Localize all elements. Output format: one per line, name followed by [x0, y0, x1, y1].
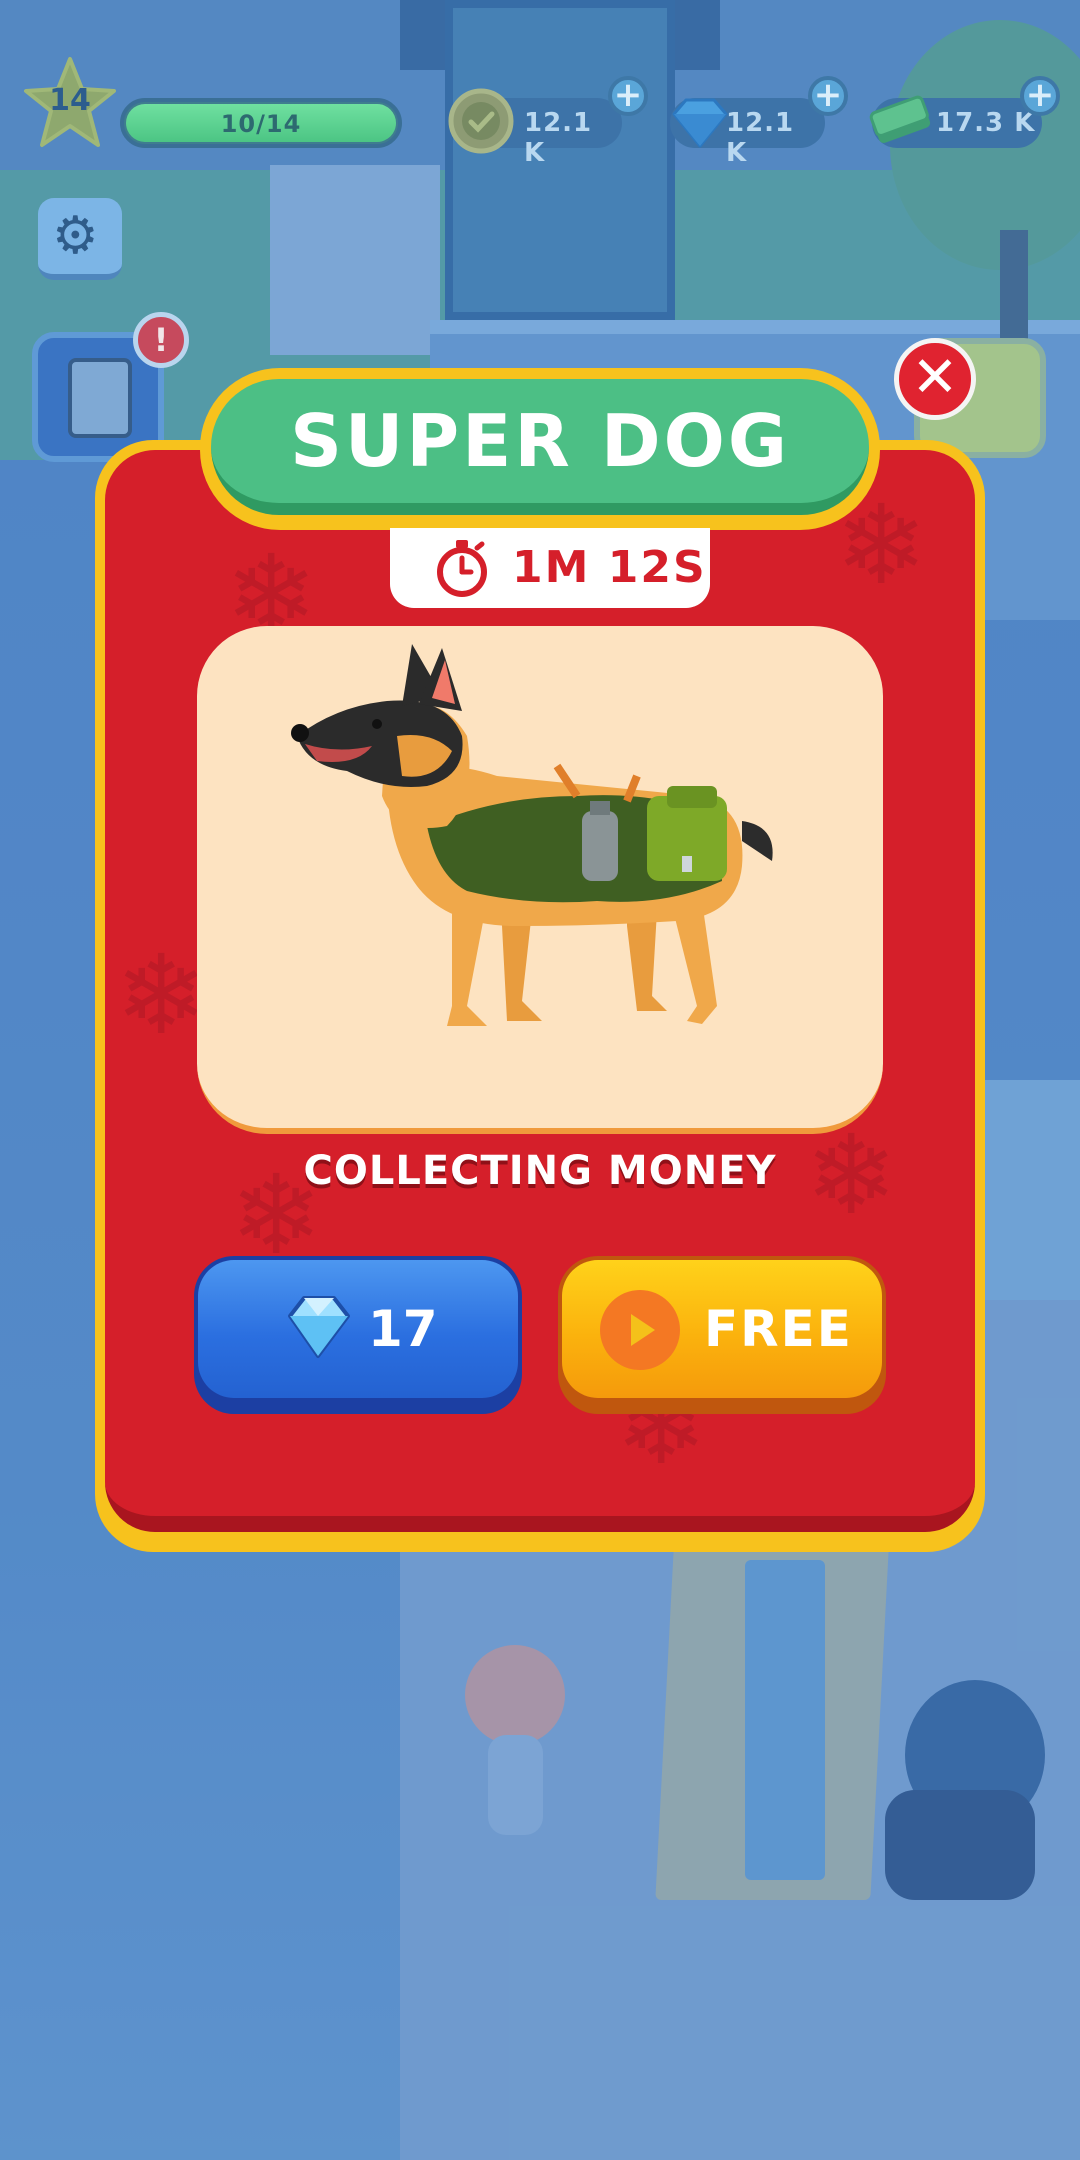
tasks-alert-badge: ! — [133, 312, 189, 368]
cash-counter: 17.3 K + — [869, 76, 1060, 148]
clipboard-icon — [68, 358, 132, 438]
snowflake-icon: ❄ — [115, 931, 208, 1059]
level-badge: 14 — [22, 55, 118, 151]
watch-ad-free-button-face: FREE — [562, 1260, 882, 1398]
gem-icon — [672, 98, 728, 148]
add-coins-button[interactable]: + — [608, 76, 648, 116]
add-cash-button[interactable]: + — [1020, 76, 1060, 116]
gem-icon — [288, 1296, 350, 1358]
cash-icon — [869, 95, 931, 143]
watch-ad-free-button[interactable]: FREE — [558, 1256, 886, 1414]
stopwatch-icon — [437, 540, 487, 597]
offer-title: SUPER DOG — [290, 399, 790, 483]
pet-preview-card — [197, 626, 883, 1134]
offer-title-banner: SUPER DOG — [211, 379, 869, 515]
xp-progress-bar: 10/14 — [120, 98, 402, 148]
buy-with-gems-button-face: 17 — [198, 1260, 518, 1398]
add-gems-button[interactable]: + — [808, 76, 848, 116]
coin-icon — [448, 88, 514, 154]
gem-counter: 12.1 K + — [670, 76, 848, 168]
pet-description: COLLECTING MONEY — [303, 1148, 777, 1194]
buy-with-gems-button[interactable]: 17 — [194, 1256, 522, 1414]
gem-value: 12.1 K — [726, 108, 795, 168]
settings-button[interactable]: ⚙ — [38, 198, 122, 280]
gem-price: 17 — [368, 1300, 438, 1358]
dog-icon — [291, 644, 773, 1026]
coin-value: 12.1 K — [524, 108, 593, 168]
coin-counter: 12.1 K + — [448, 76, 648, 168]
play-icon — [600, 1290, 680, 1370]
free-label: FREE — [704, 1300, 853, 1358]
offer-timer: 1M 12S — [390, 528, 710, 608]
close-icon: ✕ — [911, 345, 959, 410]
gear-icon: ⚙ — [52, 206, 99, 266]
cash-value: 17.3 K — [936, 108, 1036, 138]
level-number: 14 — [49, 83, 91, 118]
timer-value: 1M 12S — [512, 542, 707, 593]
close-button[interactable]: ✕ — [894, 338, 976, 420]
xp-progress-text: 10/14 — [220, 110, 302, 138]
